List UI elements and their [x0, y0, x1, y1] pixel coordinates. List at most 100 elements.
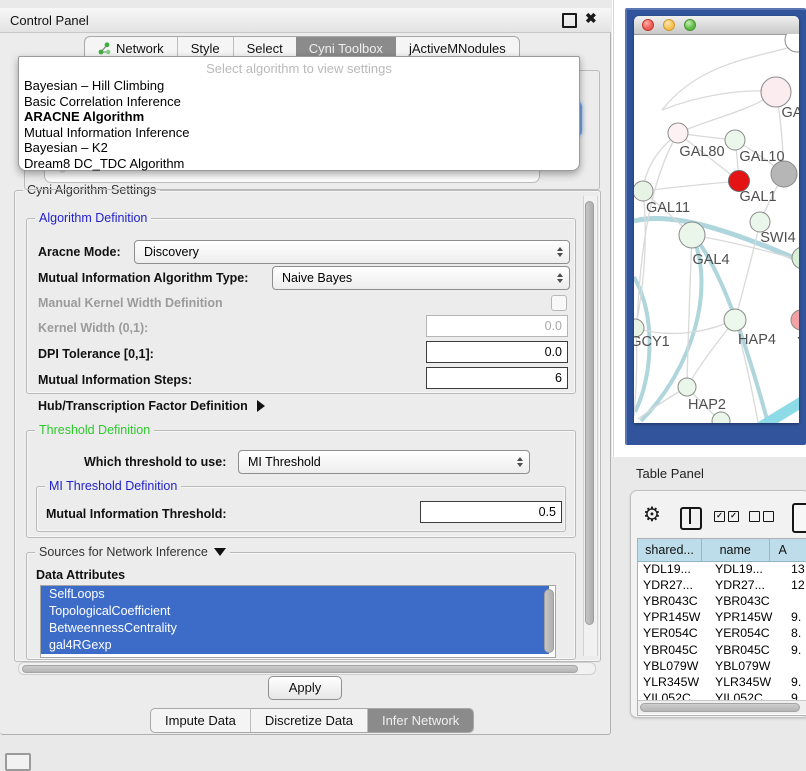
close-icon[interactable]: ✖: [585, 10, 597, 27]
node-swi4[interactable]: [750, 212, 770, 232]
algorithm-option[interactable]: ARACNE Algorithm: [19, 109, 579, 125]
attribute-item[interactable]: SelfLoops: [41, 586, 549, 603]
select-all-button[interactable]: ✓ ✓: [714, 511, 739, 522]
table-row[interactable]: YDL19...YDL19...13: [638, 561, 806, 577]
attribute-item[interactable]: TopologicalCoefficient: [41, 603, 549, 620]
table-cell[interactable]: YBR043C: [710, 593, 786, 609]
table-cell[interactable]: YPR145W: [710, 609, 786, 625]
node-unnamed-bottom[interactable]: [712, 412, 730, 423]
which-threshold-label: Which threshold to use:: [84, 454, 226, 470]
minimized-panel-icon[interactable]: [5, 753, 31, 771]
node-unnamed-top[interactable]: [785, 34, 799, 52]
table-cell[interactable]: YBR045C: [710, 641, 786, 657]
node-gal2[interactable]: [761, 77, 791, 107]
traffic-light-zoom-icon[interactable]: [684, 19, 696, 31]
table-cell[interactable]: YDL19...: [638, 561, 710, 577]
table-cell[interactable]: YIL052C: [638, 690, 710, 700]
table-cell[interactable]: YER054C: [638, 625, 710, 641]
table-cell[interactable]: YER054C: [710, 625, 786, 641]
table-cell[interactable]: YDR27...: [710, 577, 786, 593]
table-cell[interactable]: 9.: [786, 641, 806, 657]
dropdown-hint: Select algorithm to view settings: [19, 60, 579, 78]
table-row[interactable]: YLR345WYLR345W9.: [638, 674, 806, 690]
settings-scrollbar-thumb[interactable]: [585, 201, 594, 625]
dpi-tolerance-field[interactable]: [426, 341, 568, 363]
apply-button[interactable]: Apply: [268, 676, 342, 700]
settings-hscrollbar[interactable]: [18, 662, 596, 675]
algorithm-option[interactable]: Bayesian – Hill Climbing: [19, 78, 579, 94]
table-cell[interactable]: 9: [786, 690, 806, 700]
network-window-titlebar[interactable]: [634, 16, 799, 35]
node-gal4[interactable]: [679, 222, 705, 248]
node-hap4[interactable]: [724, 309, 746, 331]
mi-threshold-field[interactable]: [420, 501, 562, 523]
table-row[interactable]: YER054CYER054C8.: [638, 625, 806, 641]
attribute-item[interactable]: gal4RGexp: [41, 637, 549, 654]
table-cell[interactable]: YLR345W: [710, 674, 786, 690]
algorithm-option[interactable]: Bayesian – K2: [19, 140, 579, 156]
tab-discretize-data[interactable]: Discretize Data: [250, 709, 367, 732]
gear-icon[interactable]: ⚙: [643, 504, 661, 526]
attribute-item[interactable]: BetweennessCentrality: [41, 620, 549, 637]
table-cell[interactable]: YLR345W: [638, 674, 710, 690]
column-chooser-icon[interactable]: [680, 507, 702, 530]
table-cell[interactable]: YBL079W: [638, 658, 710, 674]
node-salmon[interactable]: [791, 310, 799, 330]
mi-type-combobox[interactable]: Naive Bayes: [272, 266, 570, 290]
node-gal10[interactable]: [725, 130, 745, 150]
threshold-combobox[interactable]: MI Threshold: [238, 450, 530, 474]
table-header-col3[interactable]: A: [770, 539, 806, 561]
split-pane-divider[interactable]: [613, 0, 614, 457]
table-cell[interactable]: YDR27...: [638, 577, 710, 593]
table-cell[interactable]: YBR043C: [638, 593, 710, 609]
algorithm-option[interactable]: Mutual Information Inference: [19, 125, 579, 141]
settings-scrollbar[interactable]: [583, 196, 598, 656]
aracne-mode-combobox[interactable]: Discovery: [134, 240, 570, 264]
mi-steps-field[interactable]: [426, 367, 568, 389]
table-row[interactable]: YDR27...YDR27...12: [638, 577, 806, 593]
table-row[interactable]: YBR043CYBR043C: [638, 593, 806, 609]
table-cell[interactable]: 8.: [786, 625, 806, 641]
table-cell[interactable]: YBL079W: [710, 658, 786, 674]
tab-infer-network[interactable]: Infer Network: [367, 709, 473, 732]
node-gal11[interactable]: [634, 181, 653, 201]
table-hscrollbar[interactable]: [638, 700, 806, 714]
table-cell[interactable]: YIL052C: [710, 690, 786, 700]
algorithm-option[interactable]: Dream8 DC_TDC Algorithm: [19, 156, 579, 172]
table-cell[interactable]: 9.: [786, 609, 806, 625]
network-canvas[interactable]: GAL GAL80 GAL10 GAL1 GAL11 SWI4 GAL4 GCY…: [634, 34, 799, 423]
manual-kernel-checkbox[interactable]: [551, 295, 567, 311]
table-header-name[interactable]: name: [702, 539, 770, 561]
table-row[interactable]: YPR145WYPR145W9.: [638, 609, 806, 625]
table-hscrollbar-thumb[interactable]: [640, 703, 800, 712]
table-row[interactable]: YIL052CYIL052C9: [638, 690, 806, 700]
table-row[interactable]: YBR045CYBR045C9.: [638, 641, 806, 657]
float-window-icon[interactable]: [562, 13, 577, 28]
table-cell[interactable]: [786, 593, 806, 609]
table-cell[interactable]: 12: [786, 577, 806, 593]
deselect-all-button[interactable]: [749, 511, 774, 522]
node-unnamed-right[interactable]: [792, 247, 799, 269]
tab-impute-data[interactable]: Impute Data: [151, 709, 250, 732]
table-cell[interactable]: YDL19...: [710, 561, 786, 577]
settings-hscrollbar-thumb[interactable]: [22, 665, 578, 673]
table-cell[interactable]: YPR145W: [638, 609, 710, 625]
node-label-gal11: GAL11: [646, 200, 690, 216]
traffic-light-minimize-icon[interactable]: [663, 19, 675, 31]
node-gal80[interactable]: [668, 123, 688, 143]
attribute-list-scrollbar-thumb[interactable]: [544, 589, 554, 653]
algorithm-option[interactable]: Basic Correlation Inference: [19, 94, 579, 110]
hub-expander[interactable]: Hub/Transcription Factor Definition: [38, 398, 265, 414]
node-hap2[interactable]: [678, 378, 696, 396]
sources-group-header[interactable]: Sources for Network Inference: [35, 545, 230, 559]
table-cell[interactable]: YBR045C: [638, 641, 710, 657]
data-attributes-list[interactable]: SelfLoopsTopologicalCoefficientBetweenne…: [40, 585, 556, 658]
table-row[interactable]: YBL079WYBL079W: [638, 658, 806, 674]
table-cell[interactable]: 9.: [786, 674, 806, 690]
traffic-light-close-icon[interactable]: [642, 19, 654, 31]
kernel-width-field[interactable]: [426, 315, 568, 337]
export-table-icon[interactable]: [792, 503, 806, 533]
table-cell[interactable]: [786, 658, 806, 674]
table-header-shared-name[interactable]: shared...: [638, 539, 702, 561]
table-cell[interactable]: 13: [786, 561, 806, 577]
